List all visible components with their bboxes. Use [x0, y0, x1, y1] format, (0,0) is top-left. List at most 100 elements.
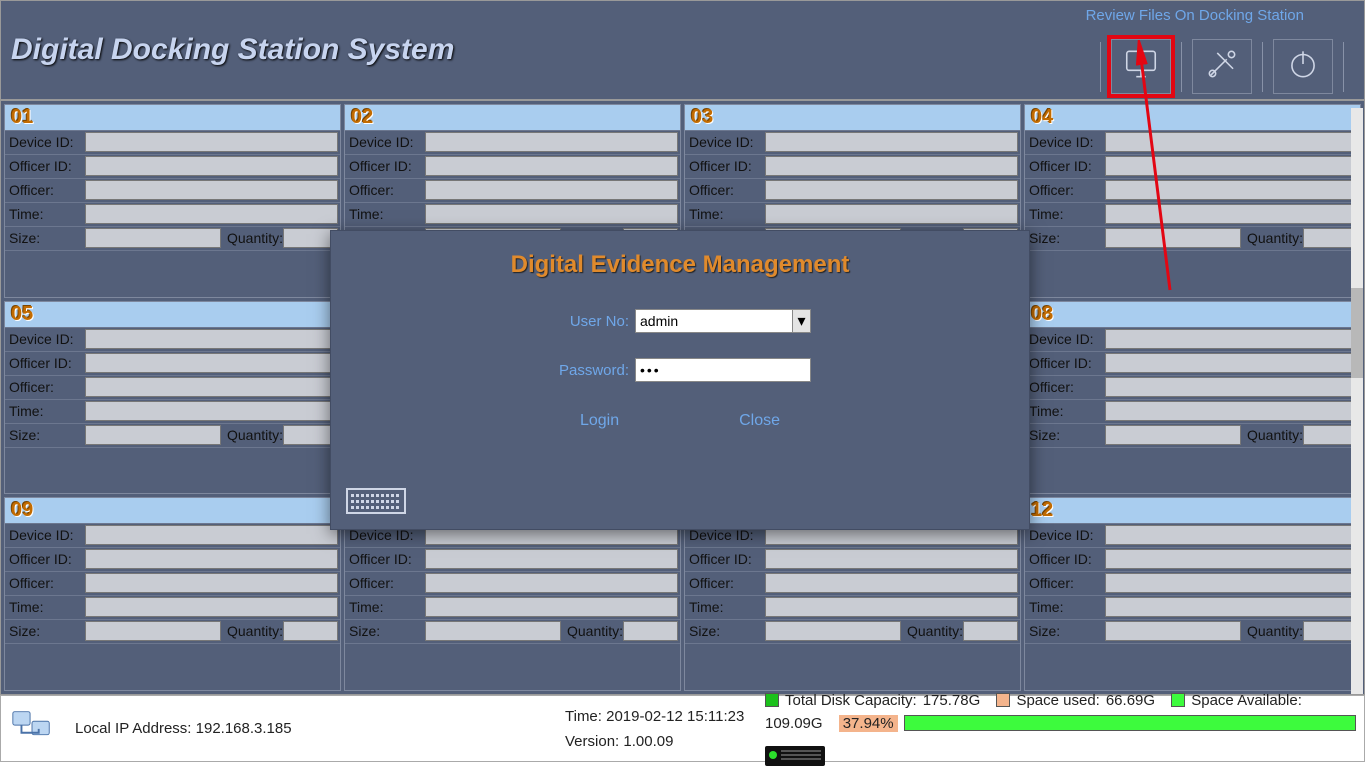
device-id-label: Device ID: [5, 328, 85, 351]
dock-slot[interactable]: 01Device ID:Officer ID:Officer:Time:Size… [4, 104, 341, 298]
dock-slot[interactable]: 05Device ID:Officer ID:Officer:Time:Size… [4, 301, 341, 495]
power-icon [1284, 45, 1322, 88]
password-input[interactable] [635, 358, 811, 382]
quantity-value [1303, 425, 1358, 445]
close-button[interactable]: Close [739, 412, 780, 430]
time-label: Time: [345, 596, 425, 619]
status-bar: Local IP Address: 192.168.3.185 Time: 20… [0, 695, 1365, 762]
network-icon [9, 707, 55, 751]
officer-id-label: Officer ID: [5, 352, 85, 375]
officer-value [765, 180, 1018, 200]
time-label: Time: [685, 203, 765, 226]
size-label: Size: [5, 620, 85, 643]
officer-label: Officer: [345, 179, 425, 202]
separator [1100, 42, 1101, 92]
officer-value [765, 573, 1018, 593]
time-value [1105, 204, 1358, 224]
officer-label: Officer: [685, 572, 765, 595]
device-id-value [85, 329, 338, 349]
quantity-label: Quantity: [563, 620, 623, 643]
disk-capacity-value: 175.78G [923, 692, 981, 709]
size-label: Size: [1025, 424, 1105, 447]
quantity-label: Quantity: [223, 227, 283, 250]
officer-label: Officer: [685, 179, 765, 202]
officer-id-value [85, 353, 338, 373]
officer-id-label: Officer ID: [345, 548, 425, 571]
quantity-value [963, 621, 1018, 641]
onscreen-keyboard-button[interactable] [346, 488, 406, 514]
time-value [85, 401, 338, 421]
dock-slot[interactable]: 12Device ID:Officer ID:Officer:Time:Size… [1024, 497, 1361, 691]
officer-value [85, 573, 338, 593]
password-label: Password: [549, 362, 629, 379]
review-files-button[interactable] [1111, 39, 1171, 94]
slot-progress-area [685, 643, 1020, 690]
size-value [425, 621, 561, 641]
disk-capacity-label: Total Disk Capacity: [785, 692, 917, 709]
time-label: Time: [1025, 596, 1105, 619]
disk-avail-swatch [1171, 693, 1185, 707]
size-label: Size: [1025, 227, 1105, 250]
header: Digital Docking Station System Review Fi… [0, 0, 1365, 100]
slot-number: 03 [685, 105, 1020, 130]
device-id-label: Device ID: [5, 131, 85, 154]
officer-value [85, 377, 338, 397]
size-value [85, 425, 221, 445]
officer-label: Officer: [345, 572, 425, 595]
dock-slot[interactable]: 09Device ID:Officer ID:Officer:Time:Size… [4, 497, 341, 691]
ip-label: Local IP Address: [75, 720, 191, 737]
login-button[interactable]: Login [580, 412, 619, 430]
size-label: Size: [345, 620, 425, 643]
disk-avail-value: 109.09G [765, 715, 823, 732]
power-button[interactable] [1273, 39, 1333, 94]
slot-progress-area [1025, 643, 1360, 690]
vertical-scrollbar[interactable] [1351, 108, 1363, 694]
time-label: Time: [5, 596, 85, 619]
device-id-value [85, 132, 338, 152]
officer-id-value [765, 549, 1018, 569]
time-label: Time: [1025, 400, 1105, 423]
officer-id-label: Officer ID: [5, 548, 85, 571]
officer-id-value [1105, 549, 1358, 569]
officer-label: Officer: [5, 572, 85, 595]
officer-id-value [765, 156, 1018, 176]
disk-progress-bar [904, 715, 1356, 731]
device-id-value [1105, 525, 1358, 545]
size-label: Size: [5, 227, 85, 250]
separator [1262, 42, 1263, 92]
officer-id-value [1105, 156, 1358, 176]
device-id-value [1105, 329, 1358, 349]
officer-id-label: Officer ID: [1025, 155, 1105, 178]
size-label: Size: [685, 620, 765, 643]
slot-number: 05 [5, 302, 340, 327]
time-label: Time: [5, 203, 85, 226]
time-value: 2019-02-12 15:11:23 [606, 708, 744, 725]
slot-number: 08 [1025, 302, 1360, 327]
dock-slot[interactable]: 08Device ID:Officer ID:Officer:Time:Size… [1024, 301, 1361, 495]
time-value [85, 597, 338, 617]
officer-id-label: Officer ID: [685, 548, 765, 571]
time-label: Time: [685, 596, 765, 619]
time-label: Time: [1025, 203, 1105, 226]
size-value [1105, 425, 1241, 445]
officer-value [85, 180, 338, 200]
slot-progress-area [5, 643, 340, 690]
officer-id-label: Officer ID: [1025, 352, 1105, 375]
app-title: Digital Docking Station System [11, 33, 454, 67]
quantity-value [283, 621, 338, 641]
officer-label: Officer: [1025, 572, 1105, 595]
disk-used-label: Space used: [1016, 692, 1099, 709]
user-no-dropdown[interactable]: ▾ [793, 309, 811, 333]
disk-used-swatch [996, 693, 1010, 707]
time-value [85, 204, 338, 224]
settings-button[interactable] [1192, 39, 1252, 94]
user-no-input[interactable] [635, 309, 793, 333]
time-value [425, 597, 678, 617]
officer-id-label: Officer ID: [5, 155, 85, 178]
slot-number: 02 [345, 105, 680, 130]
time-value [765, 597, 1018, 617]
dock-slot[interactable]: 04Device ID:Officer ID:Officer:Time:Size… [1024, 104, 1361, 298]
size-value [1105, 621, 1241, 641]
slot-progress-area [5, 447, 340, 494]
device-id-label: Device ID: [1025, 524, 1105, 547]
